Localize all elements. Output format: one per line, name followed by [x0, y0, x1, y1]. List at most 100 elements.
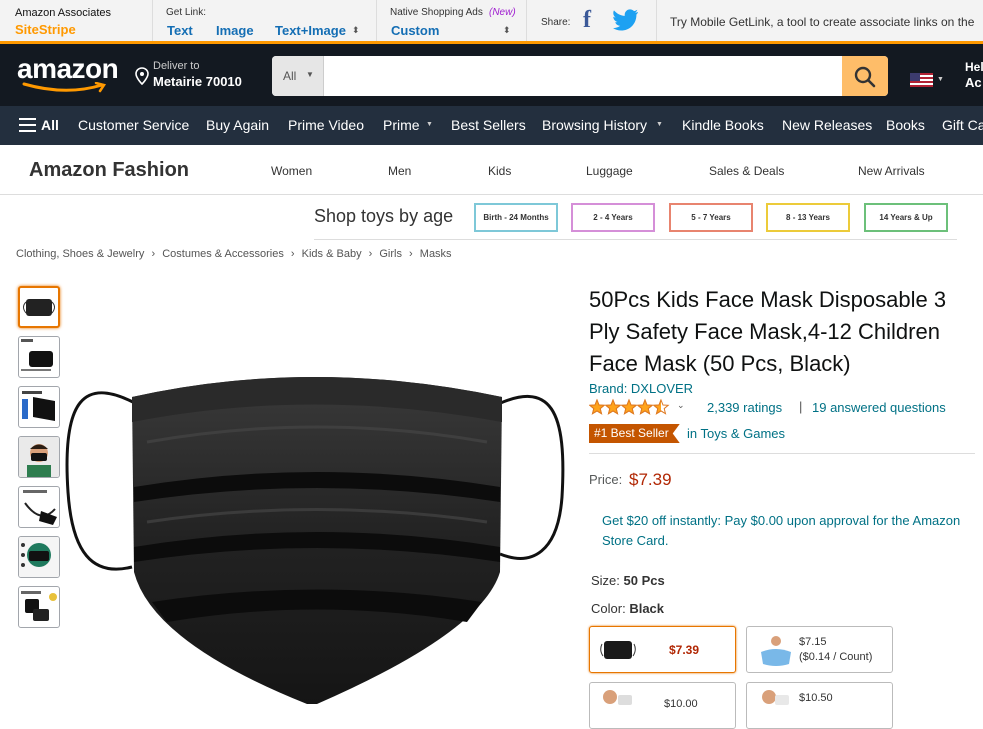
fashion-cat-new-arrivals[interactable]: New Arrivals: [858, 164, 925, 178]
swatch-unit-price: ($0.14 / Count): [799, 651, 873, 663]
toys-by-age-title: Shop toys by age: [314, 206, 454, 226]
breadcrumb-item[interactable]: Costumes & Accessories: [162, 248, 284, 260]
sitestripe-brand-top: Amazon Associates: [15, 7, 111, 19]
nav-customer-service[interactable]: Customer Service: [78, 117, 189, 133]
thumbnail-4[interactable]: [18, 436, 60, 478]
history-chevron-icon[interactable]: ▼: [656, 121, 663, 128]
search-bar: All ▼: [272, 56, 888, 96]
rating-chevron-icon[interactable]: ⌄: [677, 400, 685, 411]
text-link-button[interactable]: Text: [167, 23, 193, 38]
star-icon: [652, 398, 670, 415]
size-value: 50 Pcs: [623, 573, 665, 588]
breadcrumb-item[interactable]: Clothing, Shoes & Jewelry: [16, 248, 144, 260]
nav-prime-video[interactable]: Prime Video: [288, 117, 364, 133]
color-swatch-black[interactable]: $7.39: [589, 626, 736, 673]
breadcrumb-item[interactable]: Kids & Baby: [302, 248, 362, 260]
thumbnail-6[interactable]: [18, 536, 60, 578]
age-birth-24-months[interactable]: Birth - 24 Months: [474, 203, 558, 232]
color-label: Color: Black: [591, 601, 664, 616]
color-swatch-blue[interactable]: $7.15 ($0.14 / Count): [746, 626, 893, 673]
swatch-price: $10.50: [799, 692, 833, 704]
custom-link-button[interactable]: Custom: [391, 23, 439, 38]
nav-gift-cards[interactable]: Gift Ca: [942, 117, 983, 133]
thumbnail-7[interactable]: [18, 586, 60, 628]
chevron-down-icon: ▼: [306, 70, 314, 79]
fashion-cat-kids[interactable]: Kids: [488, 164, 511, 178]
nav-browsing-history[interactable]: Browsing History: [542, 117, 647, 133]
facebook-icon[interactable]: f: [583, 7, 591, 34]
sitestripe-bar: Amazon Associates SiteStripe Get Link: T…: [0, 0, 983, 44]
nav-all[interactable]: All: [41, 117, 59, 133]
hamburger-icon[interactable]: [19, 118, 36, 132]
color-label-text: Color:: [591, 601, 626, 616]
product-main-image[interactable]: [62, 362, 570, 705]
breadcrumb-item[interactable]: Masks: [420, 248, 452, 260]
us-flag-icon[interactable]: [910, 73, 933, 87]
thumbnail-5[interactable]: [18, 486, 60, 528]
questions-link[interactable]: 19 answered questions: [812, 400, 946, 415]
brand-link[interactable]: Brand: DXLOVER: [589, 381, 693, 396]
nav-buy-again[interactable]: Buy Again: [206, 117, 269, 133]
fashion-title[interactable]: Amazon Fashion: [29, 159, 189, 182]
text-image-link-button[interactable]: Text+Image: [275, 23, 346, 38]
search-button[interactable]: [842, 56, 888, 96]
product-title: 50Pcs Kids Face Mask Disposable 3 Ply Sa…: [589, 287, 947, 376]
age-14-up[interactable]: 14 Years & Up: [864, 203, 948, 232]
fashion-cat-men[interactable]: Men: [388, 164, 411, 178]
fashion-cat-sales[interactable]: Sales & Deals: [709, 164, 784, 178]
prime-chevron-icon[interactable]: ▼: [426, 121, 433, 128]
main-header: amazon Deliver to Metairie 70010 All ▼ ▼…: [0, 44, 983, 106]
nav-books[interactable]: Books: [886, 117, 925, 133]
ratings-separator: |: [799, 399, 803, 414]
image-link-button[interactable]: Image: [216, 23, 254, 38]
deliver-location[interactable]: Metairie 70010: [153, 74, 242, 89]
breadcrumb-separator-icon: ›: [290, 248, 295, 260]
star-icon: [620, 398, 638, 415]
text-image-sort-icon[interactable]: ⬍: [352, 25, 360, 36]
age-2-4-years[interactable]: 2 - 4 Years: [571, 203, 655, 232]
search-input[interactable]: [324, 56, 842, 96]
deliver-to-label: Deliver to: [153, 60, 200, 72]
age-5-7-years[interactable]: 5 - 7 Years: [669, 203, 753, 232]
color-value: Black: [629, 601, 665, 616]
native-ads-section: Native Shopping Ads (New) Custom ⬍: [377, 0, 527, 41]
sitestripe-brand-bottom: SiteStripe: [15, 22, 76, 37]
mask-features-thumbnail-icon: [19, 537, 59, 577]
twitter-icon[interactable]: [613, 9, 639, 31]
age-8-13-years[interactable]: 8 - 13 Years: [766, 203, 850, 232]
thumbnail-1[interactable]: [18, 286, 60, 328]
account-lists[interactable]: Ac: [965, 75, 982, 90]
share-section: Share: f: [527, 0, 657, 41]
rating-stars[interactable]: [588, 398, 671, 416]
sitestripe-brand: Amazon Associates SiteStripe: [0, 0, 153, 41]
toys-divider: [314, 239, 957, 240]
best-seller-badge[interactable]: #1 Best Seller: [589, 424, 680, 443]
breadcrumb-item[interactable]: Girls: [379, 248, 402, 260]
star-icon: [604, 398, 622, 415]
fashion-cat-women[interactable]: Women: [271, 164, 312, 178]
search-dept-select[interactable]: All ▼: [272, 56, 324, 96]
get-link-section: Get Link: Text Image Text+Image ⬍: [153, 0, 377, 41]
store-card-promo[interactable]: Get $20 off instantly: Pay $0.00 upon ap…: [602, 511, 962, 551]
nav-new-releases[interactable]: New Releases: [782, 117, 872, 133]
thumbnail-3[interactable]: [18, 386, 60, 428]
custom-sort-icon[interactable]: ⬍: [503, 25, 511, 36]
account-greeting[interactable]: Hel: [965, 60, 983, 74]
nav-best-sellers[interactable]: Best Sellers: [451, 117, 526, 133]
mobile-getlink-text[interactable]: Try Mobile GetLink, a tool to create ass…: [670, 15, 974, 29]
ratings-count-link[interactable]: 2,339 ratings: [707, 400, 782, 415]
color-swatch-3[interactable]: $10.00: [589, 682, 736, 729]
nav-prime[interactable]: Prime: [383, 117, 420, 133]
best-seller-category-link[interactable]: in Toys & Games: [687, 426, 785, 441]
location-pin-icon: [135, 67, 149, 85]
fashion-cat-luggage[interactable]: Luggage: [586, 164, 633, 178]
get-link-label: Get Link:: [166, 7, 207, 18]
nav-kindle-books[interactable]: Kindle Books: [682, 117, 764, 133]
thumbnail-2[interactable]: [18, 336, 60, 378]
language-chevron-icon[interactable]: ▼: [937, 76, 944, 83]
color-swatch-4[interactable]: $10.50: [746, 682, 893, 729]
size-label-text: Size:: [591, 573, 620, 588]
mask-layers-thumbnail-icon: [22, 391, 55, 421]
amazon-logo[interactable]: amazon: [17, 53, 119, 85]
star-rating-icon: [588, 398, 670, 415]
